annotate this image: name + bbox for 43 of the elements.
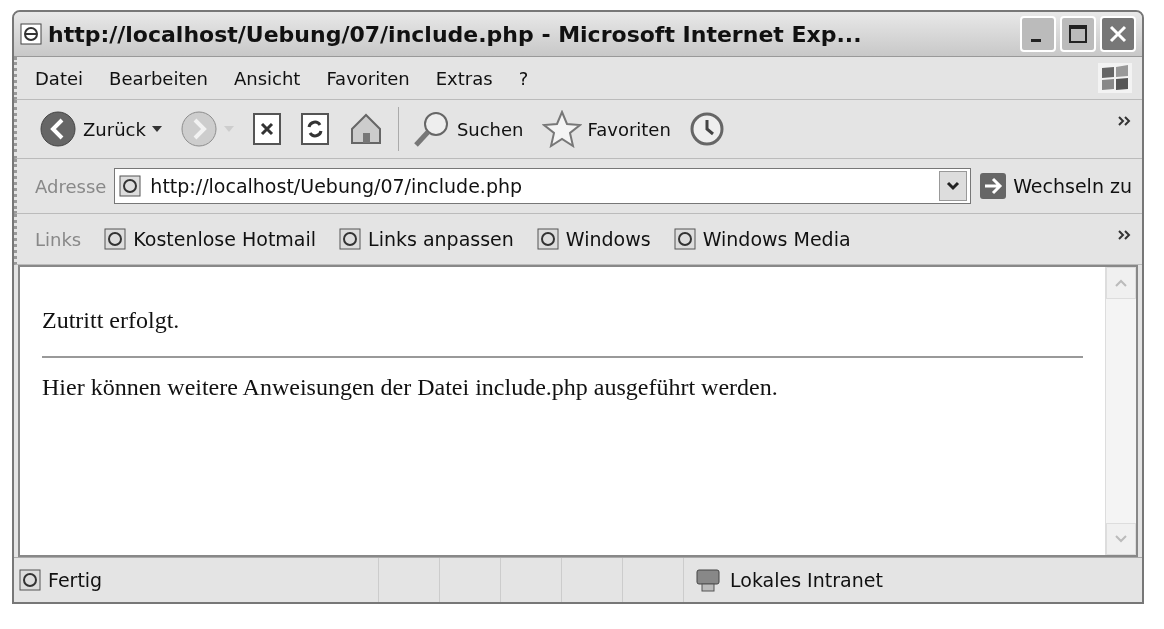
page-icon	[103, 227, 128, 251]
toolbar-button[interactable]: Suchen	[408, 108, 528, 150]
address-field[interactable]: http://localhost/Uebung/07/include.php	[114, 168, 972, 204]
page-text: Zutritt erfolgt.	[42, 306, 181, 335]
page-icon	[18, 568, 42, 592]
toolbar-button[interactable]: Zurück	[35, 108, 166, 150]
link-item[interactable]: Windows	[535, 227, 651, 251]
page-text: Hier können weitere Anweisungen der Datei include.php ausgeführt werden.	[42, 373, 779, 402]
window-title: http://localhost/Uebung/07/include.php - Microsoft Internet Exp...	[48, 21, 863, 47]
star-icon	[541, 110, 582, 148]
link-item[interactable]: Kostenlose Hotmail	[103, 227, 317, 251]
menu-item[interactable]: Datei	[35, 67, 84, 89]
page-icon	[118, 174, 143, 198]
windows-flag-icon	[1098, 63, 1132, 93]
menu-item[interactable]: Favoriten	[326, 67, 410, 89]
menu-item[interactable]: Bearbeiten	[109, 67, 208, 89]
zone-text: Lokales Intranet	[730, 569, 883, 591]
page-icon	[672, 227, 697, 251]
chevron-down-icon	[946, 181, 961, 191]
chevron-up-icon	[1115, 279, 1127, 287]
close-button[interactable]	[1100, 16, 1136, 52]
address-label: Adresse	[35, 175, 107, 197]
page-icon	[535, 227, 560, 251]
search-icon	[412, 110, 451, 148]
link-item[interactable]: Links anpassen	[338, 227, 514, 251]
refresh-icon	[299, 112, 330, 146]
page-icon	[338, 227, 363, 251]
menu-item[interactable]: Ansicht	[233, 67, 301, 89]
status-text: Fertig	[48, 569, 103, 591]
clock-icon	[688, 111, 725, 147]
dropdown-button[interactable]	[939, 171, 968, 201]
menu-item[interactable]: Extras	[435, 67, 493, 89]
go-button[interactable]: Wechseln zu	[979, 172, 1132, 200]
minimize-icon	[1031, 38, 1041, 42]
maximize-button[interactable]	[1060, 16, 1096, 52]
globe-page-icon	[20, 23, 42, 45]
stop-icon	[251, 112, 282, 146]
menu-item[interactable]: ?	[518, 67, 529, 89]
toolbar-button[interactable]: Favoriten	[537, 108, 675, 150]
chevron-down-icon	[1115, 535, 1127, 543]
minimize-button[interactable]	[1020, 16, 1056, 52]
link-item[interactable]: Windows Media	[672, 227, 851, 251]
links-label: Links	[35, 228, 82, 250]
